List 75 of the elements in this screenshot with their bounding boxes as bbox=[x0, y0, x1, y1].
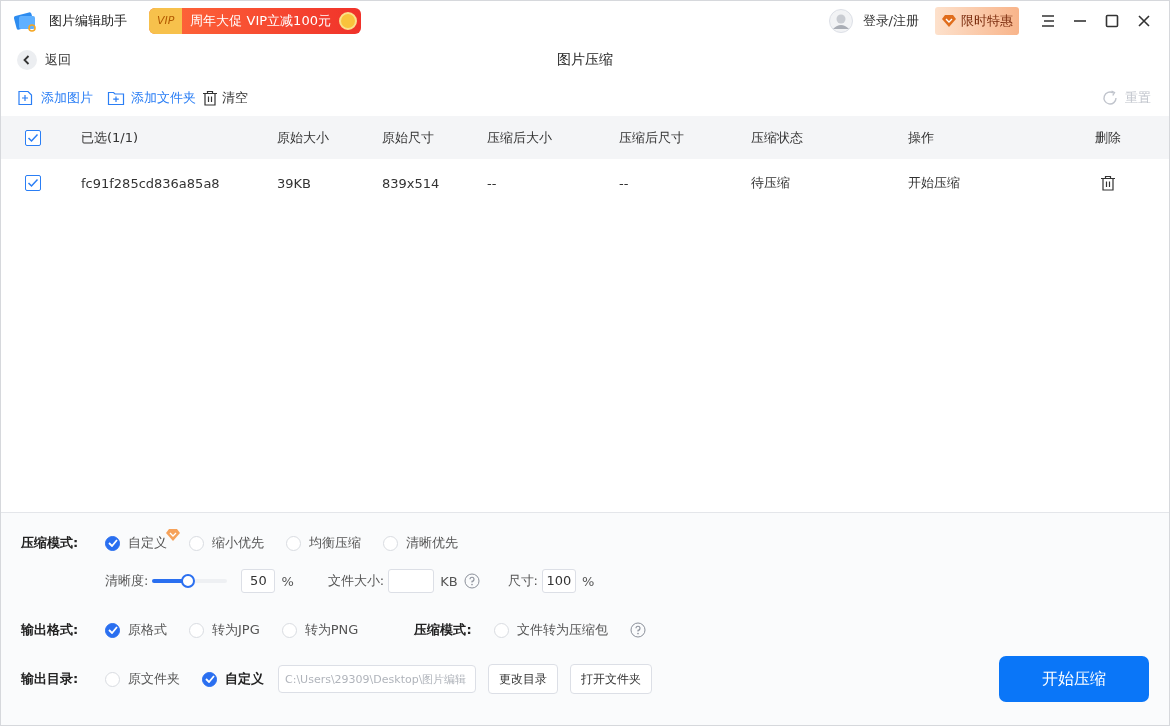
column-header: 删除 bbox=[1095, 128, 1121, 147]
help-icon bbox=[463, 573, 480, 589]
column-header: 压缩后大小 bbox=[487, 129, 552, 145]
checkbox[interactable] bbox=[25, 175, 41, 191]
menu-icon bbox=[1040, 13, 1056, 29]
unit-label: % bbox=[281, 573, 294, 589]
column-header: 压缩后尺寸 bbox=[619, 129, 684, 145]
column-header: 原始尺寸 bbox=[382, 129, 434, 145]
check-icon bbox=[27, 178, 39, 188]
option-label: 清晰优先 bbox=[406, 534, 458, 552]
option-label: 转为JPG bbox=[212, 621, 260, 639]
setting-label: 尺寸: bbox=[507, 572, 538, 590]
close-icon bbox=[1136, 13, 1152, 29]
column-header: 原始大小 bbox=[277, 129, 329, 145]
checkbox[interactable] bbox=[25, 129, 41, 146]
page-title: 图片压缩 bbox=[556, 51, 614, 69]
table-cell: 839x514 bbox=[382, 175, 440, 191]
column-header: 压缩状态 bbox=[751, 129, 803, 145]
add-image-button[interactable]: 添加图片 bbox=[17, 88, 93, 107]
folder-button[interactable]: 打开文件夹 bbox=[570, 664, 652, 694]
minimize-icon bbox=[1074, 20, 1086, 22]
clear-button[interactable]: 清空 bbox=[202, 88, 248, 107]
app-logo-icon bbox=[13, 9, 39, 33]
trash-icon bbox=[1100, 175, 1116, 191]
unit-label: % bbox=[582, 573, 595, 589]
table-cell: -- bbox=[487, 175, 497, 191]
option-label: 原格式 bbox=[128, 621, 167, 639]
maximize-icon bbox=[1104, 13, 1120, 29]
delete-button[interactable] bbox=[1100, 175, 1116, 191]
table-cell: fc91f285cd836a85a8 bbox=[81, 175, 220, 191]
input-field[interactable]: 50 bbox=[241, 569, 276, 593]
table-cell: -- bbox=[619, 175, 629, 191]
check-icon bbox=[107, 539, 118, 547]
check-icon bbox=[204, 675, 215, 683]
folder-button[interactable]: 更改目录 bbox=[488, 664, 558, 694]
diamond-icon bbox=[941, 14, 957, 28]
column-header: 已选(1/1) bbox=[81, 129, 139, 145]
start-link[interactable]: 开始压缩 bbox=[908, 175, 960, 190]
option-label: 文件转为压缩包 bbox=[516, 621, 608, 639]
back-button[interactable]: 返回 bbox=[17, 50, 71, 70]
unit-label: KB bbox=[440, 573, 458, 589]
start-button[interactable]: 开始压缩 bbox=[999, 656, 1149, 702]
column-header: 操作 bbox=[908, 129, 934, 145]
setting-label: 清晰度: bbox=[105, 572, 149, 590]
radio-button[interactable] bbox=[202, 671, 217, 687]
setting-label: 输出目录: bbox=[21, 670, 80, 688]
offer-button[interactable]: 限时特惠 bbox=[935, 7, 1019, 35]
refresh-icon bbox=[1101, 88, 1119, 107]
help-icon bbox=[629, 622, 646, 638]
option-label: 均衡压缩 bbox=[309, 534, 361, 552]
setting-label: 压缩模式: bbox=[21, 534, 80, 552]
add-file-icon bbox=[17, 89, 35, 106]
option-label: 缩小优先 bbox=[212, 534, 264, 552]
radio-button[interactable] bbox=[105, 535, 120, 551]
add-folder-icon bbox=[107, 89, 125, 106]
option-label: 自定义 bbox=[225, 670, 264, 688]
option-label: 自定义 bbox=[128, 534, 167, 552]
trash-icon bbox=[202, 89, 220, 106]
check-icon bbox=[27, 132, 39, 143]
login-link[interactable]: 登录/注册 bbox=[862, 12, 919, 30]
slider-thumb[interactable] bbox=[181, 574, 196, 588]
radio-button[interactable] bbox=[105, 622, 120, 638]
check-icon bbox=[107, 626, 118, 634]
table-cell: 39KB bbox=[277, 175, 311, 191]
setting-label: 文件大小: bbox=[327, 572, 385, 590]
table-cell: 待压缩 bbox=[751, 175, 790, 190]
option-label: 原文件夹 bbox=[128, 670, 180, 688]
setting-label: 输出格式: bbox=[21, 621, 80, 639]
input-field[interactable]: 100 bbox=[542, 569, 576, 593]
avatar-icon bbox=[828, 9, 853, 33]
option-label: 转为PNG bbox=[304, 621, 359, 639]
add-folder-button[interactable]: 添加文件夹 bbox=[107, 88, 196, 107]
app-title: 图片编辑助手 bbox=[49, 12, 127, 30]
input-field[interactable] bbox=[388, 569, 435, 593]
setting-label: 压缩模式: bbox=[414, 621, 472, 639]
